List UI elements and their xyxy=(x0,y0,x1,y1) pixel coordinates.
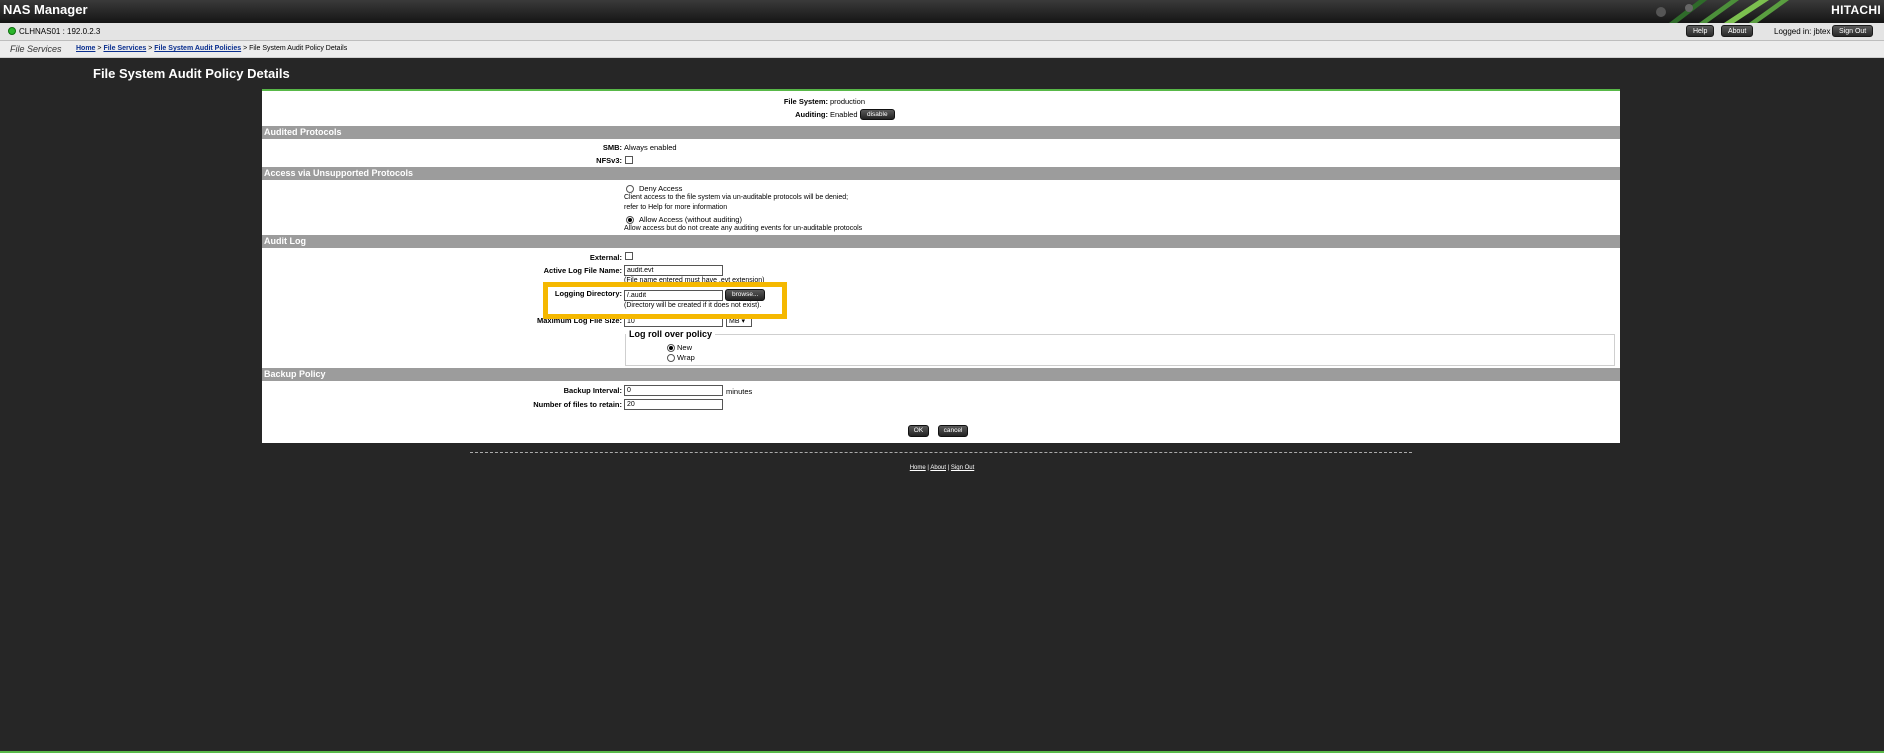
rollover-new-radio[interactable] xyxy=(667,344,675,352)
cancel-button[interactable]: cancel xyxy=(938,425,968,437)
breadcrumb-file-services-link[interactable]: File Services xyxy=(103,45,146,52)
backup-interval-input[interactable] xyxy=(624,385,723,396)
page-title: File System Audit Policy Details xyxy=(93,66,290,81)
sign-out-button[interactable]: Sign Out xyxy=(1832,25,1874,37)
logging-directory-highlight xyxy=(543,282,787,319)
nav-bar: File Services Home > File Services > Fil… xyxy=(0,41,1884,58)
brand-logo: HITACHI xyxy=(1831,3,1881,17)
backup-interval-label: Backup Interval: xyxy=(563,386,622,395)
breadcrumb-separator: > xyxy=(97,45,102,52)
deny-access-description: Client access to the file system via un-… xyxy=(624,194,849,201)
files-to-retain-input[interactable] xyxy=(624,399,723,410)
auditing-value: Enabled xyxy=(830,110,858,119)
external-label: External: xyxy=(589,253,622,262)
rollover-new-label: New xyxy=(677,343,693,352)
about-button[interactable]: About xyxy=(1721,25,1754,37)
breadcrumb-current: File System Audit Policy Details xyxy=(249,45,348,52)
backup-interval-unit: minutes xyxy=(726,387,753,396)
breadcrumb-home-link[interactable]: Home xyxy=(76,45,95,52)
allow-access-description: Allow access but do not create any audit… xyxy=(624,225,863,232)
server-label: CLHNAS01 : 192.0.2.3 xyxy=(19,27,101,36)
deny-access-radio[interactable] xyxy=(626,185,634,193)
footer-sign-out-link[interactable]: Sign Out xyxy=(951,465,974,471)
allow-access-label: Allow Access (without auditing) xyxy=(639,215,742,224)
active-log-file-name-input[interactable] xyxy=(624,265,723,276)
backup-policy-header: Backup Policy xyxy=(262,368,1620,381)
breadcrumb-separator: > xyxy=(148,45,153,52)
rollover-wrap-label: Wrap xyxy=(677,353,695,362)
section-name: File Services xyxy=(10,44,62,54)
logged-in-user: Logged in: jbtex xyxy=(1774,27,1831,36)
log-size-unit-value: MB xyxy=(729,318,740,325)
audited-protocols-header: Audited Protocols xyxy=(262,126,1620,139)
breadcrumb: Home > File Services > File System Audit… xyxy=(76,45,347,52)
footer-about-link[interactable]: About xyxy=(930,465,946,471)
file-system-label: File System: xyxy=(783,97,828,106)
breadcrumb-separator: > xyxy=(243,45,248,52)
footer-separator xyxy=(470,452,1412,453)
files-to-retain-label: Number of files to retain: xyxy=(533,400,622,409)
active-log-file-name-label: Active Log File Name: xyxy=(543,266,622,275)
unsupported-protocols-header: Access via Unsupported Protocols xyxy=(262,167,1620,180)
footer-separator-glyph: | xyxy=(947,465,950,471)
ok-button[interactable]: OK xyxy=(908,425,929,437)
footer-home-link[interactable]: Home xyxy=(910,465,926,471)
server-bar: CLHNAS01 : 192.0.2.3 Help About Logged i… xyxy=(0,23,1884,41)
chevron-down-icon: ▾ xyxy=(741,318,745,325)
external-checkbox[interactable] xyxy=(625,252,633,260)
nfsv3-checkbox[interactable] xyxy=(625,156,633,164)
disable-auditing-button[interactable]: disable xyxy=(860,109,895,120)
auditing-label: Auditing: xyxy=(795,110,828,119)
file-system-value: production xyxy=(830,97,866,106)
log-rollover-legend: Log roll over policy xyxy=(626,329,716,339)
deny-access-label: Deny Access xyxy=(639,184,683,193)
app-title: NAS Manager xyxy=(3,2,88,17)
footer-links: Home | About | Sign Out xyxy=(0,465,1884,471)
breadcrumb-audit-policies-link[interactable]: File System Audit Policies xyxy=(154,45,241,52)
audit-policy-panel: File System: production Auditing: Enable… xyxy=(262,89,1620,443)
deny-access-help-note: refer to Help for more information xyxy=(624,204,728,211)
log-rollover-fieldset xyxy=(625,334,1615,366)
server-status-icon xyxy=(8,27,16,35)
nfsv3-label: NFSv3: xyxy=(596,156,622,165)
smb-value: Always enabled xyxy=(624,143,677,152)
header-decoration-graphic xyxy=(1656,0,1789,23)
rollover-wrap-radio[interactable] xyxy=(667,354,675,362)
audit-log-header: Audit Log xyxy=(262,235,1620,248)
allow-access-radio[interactable] xyxy=(626,216,634,224)
footer-separator-glyph: | xyxy=(927,465,929,471)
help-button[interactable]: Help xyxy=(1686,25,1715,37)
top-bar: NAS Manager HITACHI xyxy=(0,0,1884,23)
smb-label: SMB: xyxy=(602,143,622,152)
